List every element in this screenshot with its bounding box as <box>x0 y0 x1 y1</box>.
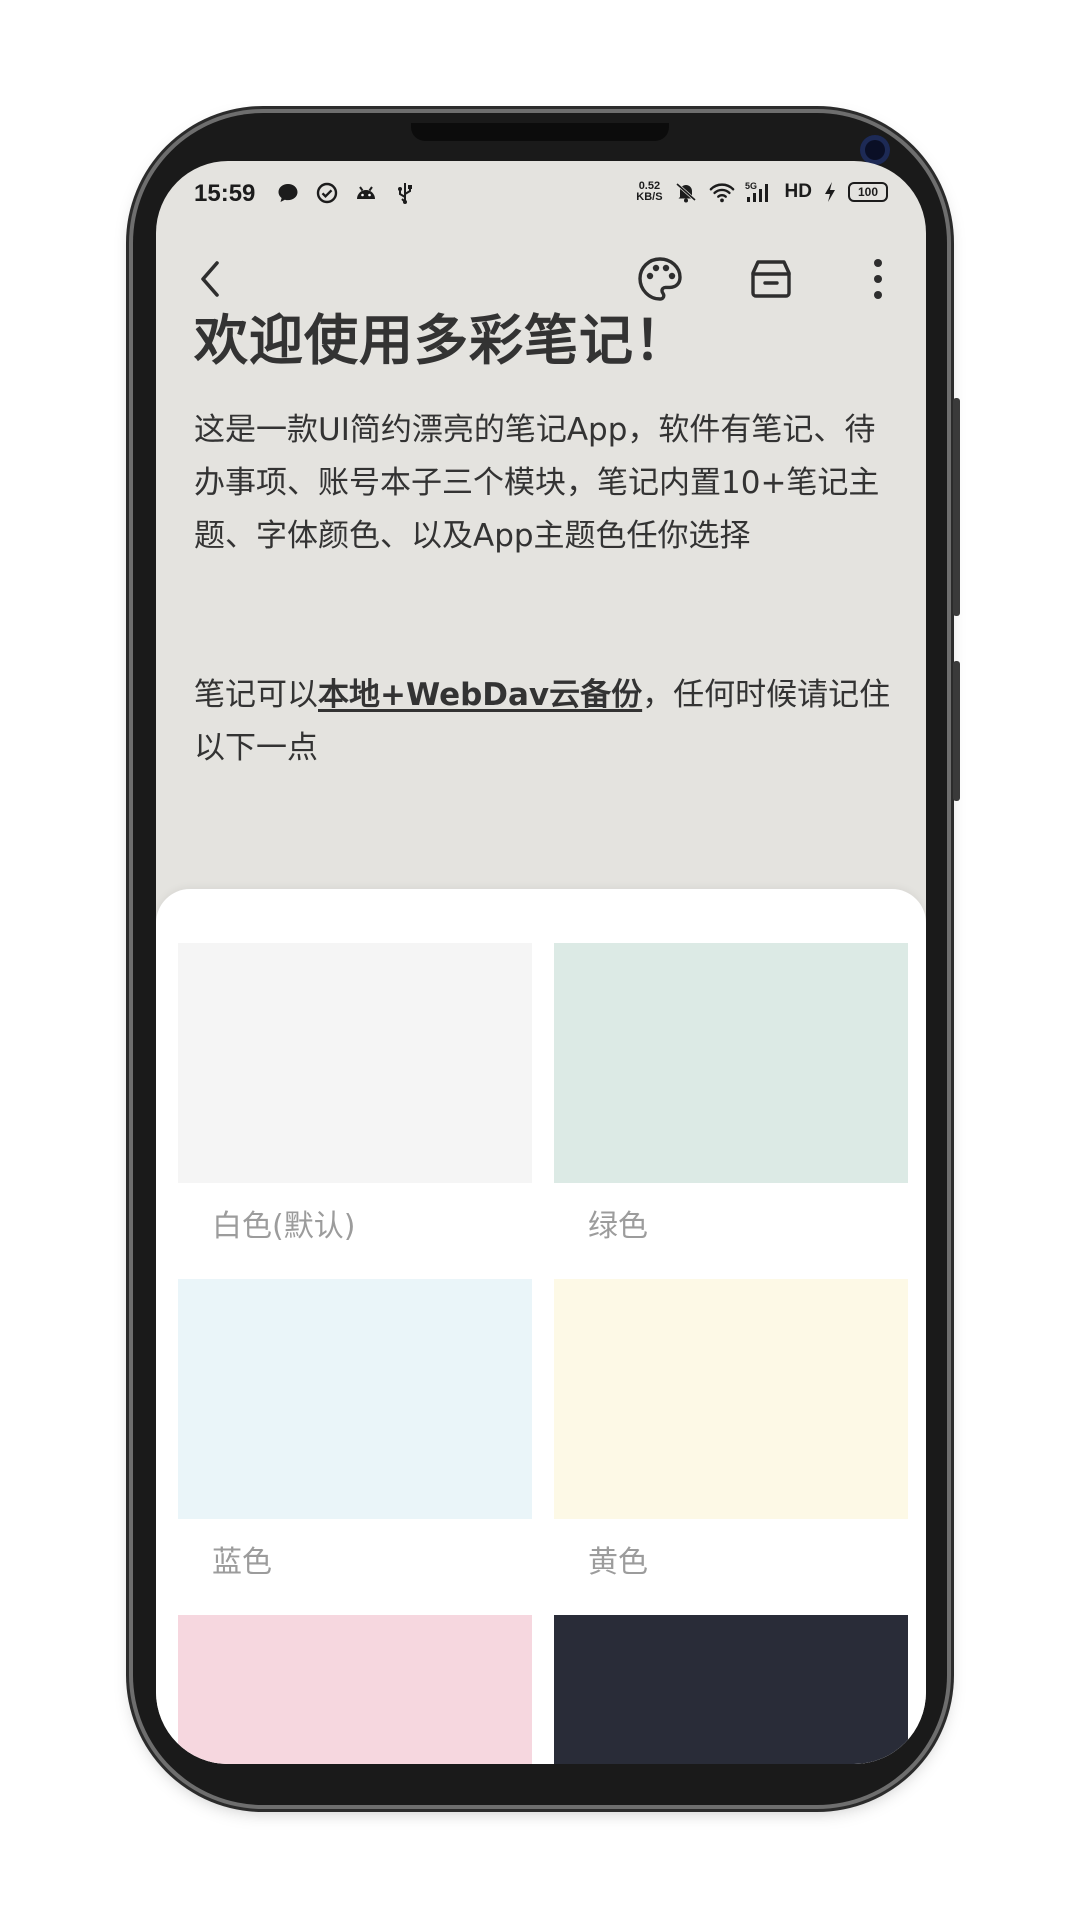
chevron-left-icon <box>201 261 219 297</box>
usb-icon <box>392 180 418 206</box>
volume-button <box>953 398 960 616</box>
palette-icon <box>638 257 682 301</box>
theme-grid: 白色(默认) 绿色 蓝色 黄色 <box>178 943 908 1764</box>
battery-indicator: 100 <box>848 182 888 202</box>
power-button <box>953 661 960 801</box>
charging-icon <box>822 179 838 205</box>
theme-swatch <box>178 943 532 1183</box>
system-icons: 0.52 KB/S 5G HD 100 <box>636 179 888 205</box>
net-speed: 0.52 KB/S <box>636 180 663 203</box>
svg-text:5G: 5G <box>745 181 757 191</box>
android-icon <box>353 180 379 206</box>
check-circle-icon <box>314 180 340 206</box>
status-bar: 15:59 0.52 KB/S 5G HD 100 <box>156 161 926 231</box>
theme-label: 黄色 <box>588 1545 648 1580</box>
theme-picker-sheet: 白色(默认) 绿色 蓝色 黄色 <box>156 889 926 1764</box>
note-title[interactable]: 欢迎使用多彩笔记！ <box>194 306 894 376</box>
chat-bubble-icon <box>275 180 301 206</box>
backup-highlight: 本地+WebDav云备份 <box>318 677 643 713</box>
theme-option-white[interactable]: 白色(默认) <box>178 943 532 1279</box>
note-body[interactable]: 这是一款UI简约漂亮的笔记App，软件有笔记、待办事项、账号本子三个模块，笔记内… <box>194 404 894 775</box>
phone-speaker <box>411 123 669 141</box>
bell-off-icon <box>673 179 699 205</box>
theme-palette-button[interactable] <box>630 249 690 309</box>
theme-label: 白色(默认) <box>212 1209 356 1244</box>
theme-swatch <box>178 1615 532 1764</box>
theme-swatch <box>178 1279 532 1519</box>
theme-option-dark[interactable] <box>554 1615 908 1764</box>
more-options-button[interactable] <box>848 249 908 309</box>
notification-icons <box>275 180 418 206</box>
note-paragraph: 这是一款UI简约漂亮的笔记App，软件有笔记、待办事项、账号本子三个模块，笔记内… <box>194 412 880 554</box>
hd-label: HD <box>784 181 812 202</box>
status-time: 15:59 <box>194 180 256 207</box>
theme-option-blue[interactable]: 蓝色 <box>178 1279 532 1615</box>
theme-option-yellow[interactable]: 黄色 <box>554 1279 908 1615</box>
archive-button[interactable] <box>741 249 801 309</box>
signal-icon: 5G <box>745 179 775 205</box>
theme-label: 绿色 <box>588 1209 648 1244</box>
back-button[interactable] <box>181 249 241 309</box>
archive-icon <box>751 260 791 298</box>
note-paragraph: 笔记可以本地+WebDav云备份，任何时候请记住以下一点 <box>194 677 891 766</box>
theme-option-green[interactable]: 绿色 <box>554 943 908 1279</box>
app-screen: 15:59 0.52 KB/S 5G HD 100 欢迎使用多彩笔记！ 这是一款… <box>156 161 926 1764</box>
wifi-icon <box>709 179 735 205</box>
more-vertical-icon <box>874 259 882 299</box>
theme-swatch <box>554 1279 908 1519</box>
note-content[interactable]: 欢迎使用多彩笔记！ 这是一款UI简约漂亮的笔记App，软件有笔记、待办事项、账号… <box>194 306 894 775</box>
theme-label: 蓝色 <box>212 1545 272 1580</box>
theme-swatch <box>554 1615 908 1764</box>
theme-swatch <box>554 943 908 1183</box>
theme-option-pink[interactable] <box>178 1615 532 1764</box>
